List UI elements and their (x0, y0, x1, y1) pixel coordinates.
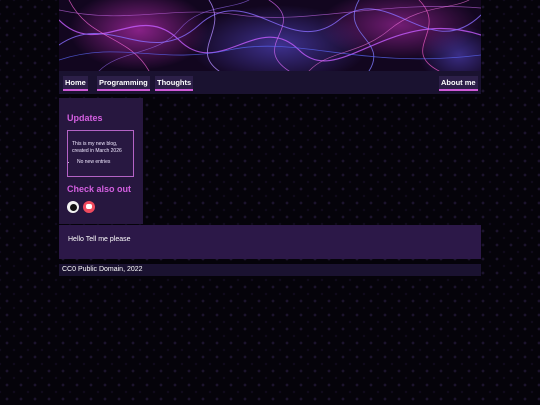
main-content: Hello Tell me please (59, 225, 481, 259)
header-banner (59, 0, 481, 71)
top-navigation: Home Programming Thoughts About me (59, 71, 481, 94)
banner-artwork (59, 0, 481, 71)
main-text: Hello Tell me please (68, 236, 131, 243)
mastodon-icon[interactable] (83, 201, 95, 213)
footer: CC0 Public Domain, 2022 (59, 264, 481, 276)
nav-programming[interactable]: Programming (97, 76, 150, 91)
update-item: No new entries (77, 159, 110, 166)
nav-home[interactable]: Home (63, 76, 88, 91)
updates-list: No new entries (72, 159, 110, 166)
footer-text: CC0 Public Domain, 2022 (62, 266, 143, 273)
nav-about-me[interactable]: About me (439, 76, 478, 91)
updates-box: This is my new blog, created in March 20… (67, 130, 134, 177)
updates-heading: Updates (67, 113, 103, 123)
updates-intro: This is my new blog, created in March 20… (72, 141, 122, 154)
check-also-heading: Check also out (67, 184, 132, 194)
sidebar: Updates This is my new blog, created in … (59, 98, 143, 224)
nav-thoughts[interactable]: Thoughts (155, 76, 194, 91)
github-icon[interactable] (67, 201, 79, 213)
